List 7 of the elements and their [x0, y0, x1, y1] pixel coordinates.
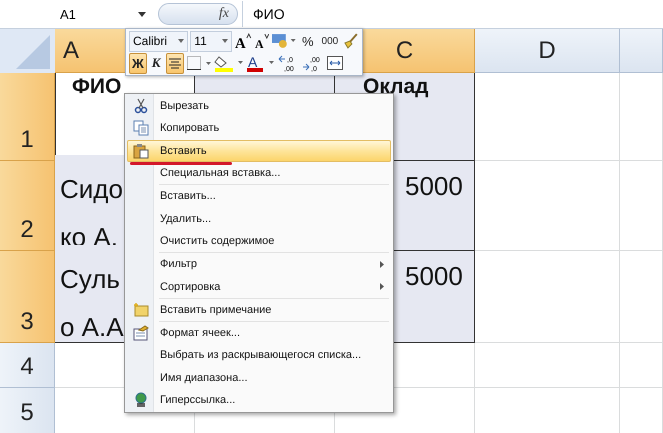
cell-text: Оклад [363, 75, 428, 99]
cell-text: ФИО [72, 75, 122, 99]
cell-text: Сидо [60, 173, 123, 206]
cell-text: 5000 [405, 171, 463, 202]
cell-text: о А.А [60, 311, 124, 344]
cell-text: Суль [60, 263, 120, 296]
cell-text: 5000 [405, 261, 463, 292]
